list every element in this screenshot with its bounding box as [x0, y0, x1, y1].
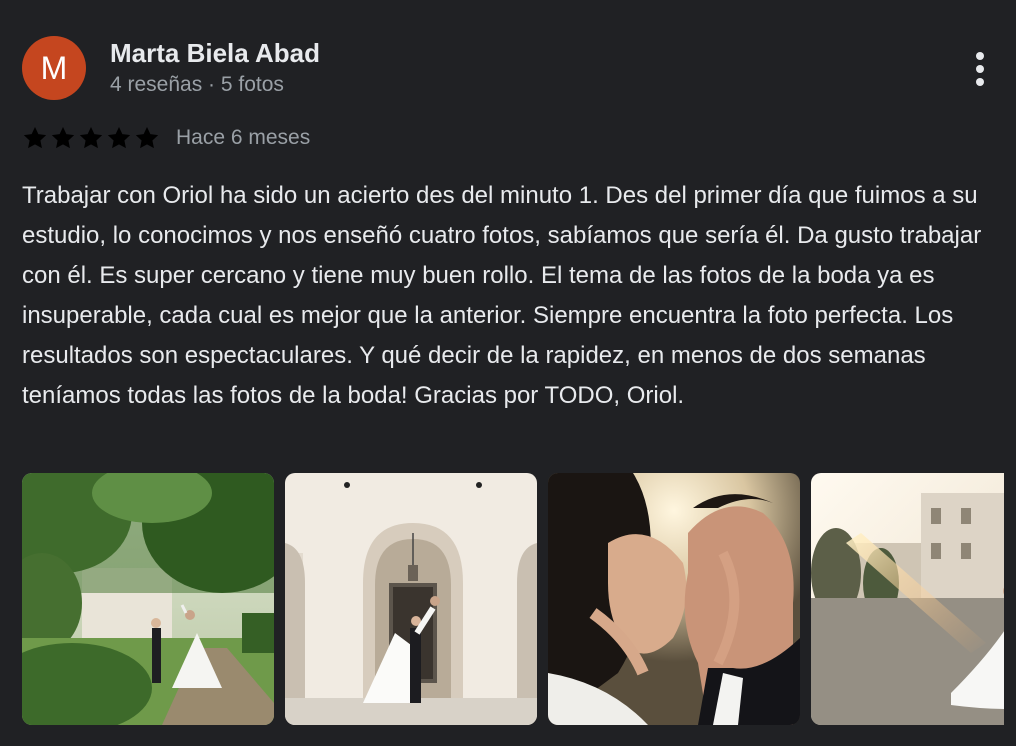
avatar[interactable]: M	[22, 36, 86, 100]
author-meta: 4 reseñas · 5 fotos	[110, 73, 284, 96]
avatar-initial: M	[40, 50, 68, 86]
author-name[interactable]: Marta Biela Abad	[110, 38, 320, 69]
photo-arch-lift-image	[285, 473, 537, 725]
rating-row: Hace 6 meses	[22, 122, 310, 154]
photo-garden-couple[interactable]	[22, 473, 274, 725]
review-card: M Marta Biela Abad 4 reseñas · 5 fotos H…	[0, 0, 1016, 746]
star-icon	[79, 126, 103, 149]
star-icon	[107, 126, 131, 149]
photo-garden-couple-image	[22, 473, 274, 725]
star-icon	[135, 126, 159, 149]
photo-kiss-sunset[interactable]	[548, 473, 800, 725]
review-date: Hace 6 meses	[176, 126, 311, 149]
photo-strip	[22, 473, 1004, 725]
star-icon	[23, 126, 47, 149]
more-vertical-icon-dot	[976, 65, 984, 73]
review-text: Trabajar con Oriol ha sido un acierto de…	[22, 182, 982, 409]
more-vertical-icon-dot	[976, 78, 984, 86]
star-icon	[51, 126, 75, 149]
photo-courtyard-flare[interactable]	[811, 473, 1004, 725]
photo-kiss-sunset-image	[548, 473, 800, 725]
star-rating	[22, 125, 160, 151]
photo-arch-lift[interactable]	[285, 473, 537, 725]
photo-courtyard-flare-image	[811, 473, 1004, 725]
more-vertical-icon	[976, 52, 984, 60]
more-options-button[interactable]	[962, 46, 998, 92]
